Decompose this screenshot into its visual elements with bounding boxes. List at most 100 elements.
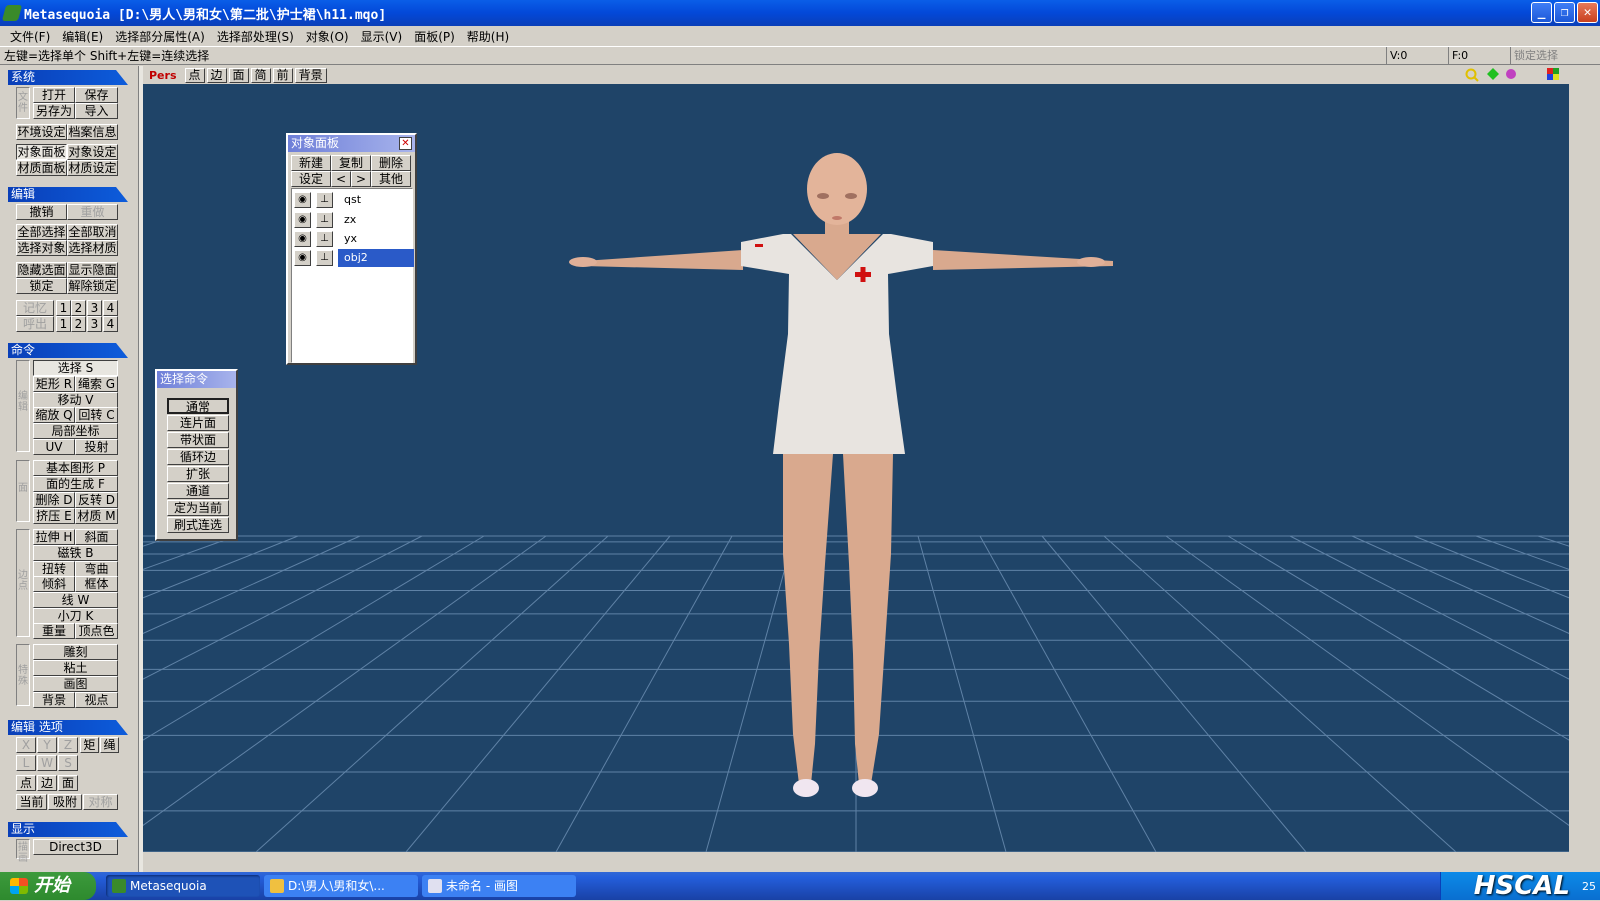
visibility-eye-icon[interactable]: ◉ xyxy=(294,231,311,247)
visibility-eye-icon[interactable]: ◉ xyxy=(294,250,311,266)
task-paint[interactable]: 未命名 - 画图 xyxy=(422,875,576,897)
recall-slot-1[interactable]: 1 xyxy=(56,316,71,332)
tilt-button[interactable]: 倾斜 xyxy=(33,576,75,592)
sculpt-button[interactable]: 雕刻 xyxy=(33,644,118,660)
line-tool-button[interactable]: 线 W xyxy=(33,592,118,608)
rope-select-toggle[interactable]: 绳 xyxy=(100,737,119,753)
task-explorer-folder[interactable]: D:\男人\男和女\... xyxy=(264,875,418,897)
select-object-button[interactable]: 选择对象 xyxy=(16,240,67,256)
axis-x-toggle[interactable]: X xyxy=(16,737,36,753)
character-model[interactable] xyxy=(569,153,1113,797)
current-only-toggle[interactable]: 当前 xyxy=(16,794,47,810)
start-button[interactable]: 开始 xyxy=(0,872,96,900)
object-row[interactable]: ◉ ⊥ zx xyxy=(292,210,412,229)
file-info-button[interactable]: 档案信息 xyxy=(67,124,118,140)
uv-button[interactable]: UV xyxy=(33,439,75,455)
pan-icon[interactable] xyxy=(1487,68,1499,80)
delete-object-button[interactable]: 删除 xyxy=(371,155,411,171)
copy-object-button[interactable]: 复制 xyxy=(331,155,371,171)
rect-tool-button[interactable]: 矩形 R xyxy=(33,376,75,392)
magnet-button[interactable]: 磁铁 B xyxy=(33,545,118,561)
unlock-button[interactable]: 解除锁定 xyxy=(67,278,118,294)
weight-button[interactable]: 重量 xyxy=(33,623,75,639)
memory-slot-2[interactable]: 2 xyxy=(71,300,86,316)
viewpoint-button[interactable]: 视点 xyxy=(75,692,118,708)
object-panel-button[interactable]: 对象面板 xyxy=(16,144,67,160)
import-button[interactable]: 导入 xyxy=(75,103,118,119)
local-toggle[interactable]: L xyxy=(16,755,36,771)
show-faces-button[interactable]: 面 xyxy=(228,67,249,83)
env-settings-button[interactable]: 环境设定 xyxy=(16,124,67,140)
brush-select-button[interactable]: 刷式连选 xyxy=(167,517,229,533)
material-tool-button[interactable]: 材质 M xyxy=(75,508,118,524)
set-current-button[interactable]: 定为当前 xyxy=(167,500,229,516)
edge-mode-toggle[interactable]: 边 xyxy=(37,775,57,791)
lock-edit-icon[interactable]: ⊥ xyxy=(316,192,333,208)
menu-view[interactable]: 显示(V) xyxy=(355,28,409,45)
object-panel-close-icon[interactable]: ✕ xyxy=(399,137,412,150)
front-view-button[interactable]: 前 xyxy=(272,67,293,83)
select-connected-button[interactable]: 连片面 xyxy=(167,415,229,431)
axis-z-toggle[interactable]: Z xyxy=(58,737,78,753)
menu-panel[interactable]: 面板(P) xyxy=(408,28,461,45)
close-button[interactable]: ✕ xyxy=(1577,2,1598,23)
saveas-button[interactable]: 另存为 xyxy=(33,103,75,119)
lasso-tool-button[interactable]: 绳索 G xyxy=(75,376,118,392)
memory-slot-3[interactable]: 3 xyxy=(87,300,102,316)
object-settings-panel-button[interactable]: 设定 xyxy=(291,171,331,187)
menu-file[interactable]: 文件(F) xyxy=(4,28,56,45)
color-view-icon[interactable] xyxy=(1547,68,1559,80)
scale-tool-button[interactable]: 缩放 Q xyxy=(33,407,75,423)
clay-button[interactable]: 粘土 xyxy=(33,660,118,676)
stretch-button[interactable]: 拉伸 H xyxy=(33,529,75,545)
prev-object-button[interactable]: < xyxy=(331,171,351,187)
background-button[interactable]: 背景 xyxy=(33,692,75,708)
hide-selected-button[interactable]: 隐藏选面 xyxy=(16,262,67,278)
object-panel-title[interactable]: 对象面板 ✕ xyxy=(288,135,415,152)
minimize-button[interactable]: _ xyxy=(1531,2,1552,23)
menu-edit[interactable]: 编辑(E) xyxy=(56,28,109,45)
select-expand-button[interactable]: 扩张 xyxy=(167,466,229,482)
extrude-button[interactable]: 挤压 E xyxy=(33,508,75,524)
memory-slot-4[interactable]: 4 xyxy=(103,300,118,316)
next-object-button[interactable]: > xyxy=(351,171,371,187)
show-hidden-button[interactable]: 显示隐面 xyxy=(67,262,118,278)
bevel-button[interactable]: 斜面 xyxy=(75,529,118,545)
material-panel-button[interactable]: 材质面板 xyxy=(16,160,67,176)
move-tool-button[interactable]: 移动 V xyxy=(33,392,118,408)
menu-select-process[interactable]: 选择部处理(S) xyxy=(211,28,300,45)
show-vertices-button[interactable]: 点 xyxy=(184,67,205,83)
show-edges-button[interactable]: 边 xyxy=(206,67,227,83)
lock-edit-icon[interactable]: ⊥ xyxy=(316,250,333,266)
background-view-button[interactable]: 背景 xyxy=(294,67,327,83)
rect-select-toggle[interactable]: 矩 xyxy=(80,737,99,753)
rotate-view-icon[interactable] xyxy=(1506,69,1516,79)
zoom-icon[interactable] xyxy=(1465,68,1479,82)
object-settings-button[interactable]: 对象设定 xyxy=(67,144,118,160)
primitive-button[interactable]: 基本图形 P xyxy=(33,460,118,476)
memory-slot-1[interactable]: 1 xyxy=(56,300,71,316)
projection-button[interactable]: 投射 xyxy=(75,439,118,455)
task-metasequoia[interactable]: Metasequoia xyxy=(106,875,260,897)
new-object-button[interactable]: 新建 xyxy=(291,155,331,171)
object-row[interactable]: ◉ ⊥ qst xyxy=(292,190,412,209)
save-button[interactable]: 保存 xyxy=(75,87,118,103)
select-channel-button[interactable]: 通道 xyxy=(167,483,229,499)
symmetry-toggle[interactable]: 对称 xyxy=(83,794,118,810)
material-settings-button[interactable]: 材质设定 xyxy=(67,160,118,176)
other-object-button[interactable]: 其他 xyxy=(371,171,411,187)
lock-edit-icon[interactable]: ⊥ xyxy=(316,212,333,228)
select-material-button[interactable]: 选择材质 xyxy=(67,240,118,256)
screen-toggle[interactable]: S xyxy=(58,755,78,771)
recall-slot-3[interactable]: 3 xyxy=(87,316,102,332)
menu-select-attr[interactable]: 选择部分属性(A) xyxy=(109,28,211,45)
select-tool-button[interactable]: 选择 S xyxy=(33,360,118,376)
delete-face-button[interactable]: 删除 D xyxy=(33,492,75,508)
memory-button[interactable]: 记忆 xyxy=(16,300,54,316)
menu-help[interactable]: 帮助(H) xyxy=(461,28,515,45)
select-all-button[interactable]: 全部选择 xyxy=(16,224,67,240)
flip-face-button[interactable]: 反转 D xyxy=(75,492,118,508)
select-normal-button[interactable]: 通常 xyxy=(167,398,229,414)
visibility-eye-icon[interactable]: ◉ xyxy=(294,192,311,208)
recall-button[interactable]: 呼出 xyxy=(16,316,54,332)
